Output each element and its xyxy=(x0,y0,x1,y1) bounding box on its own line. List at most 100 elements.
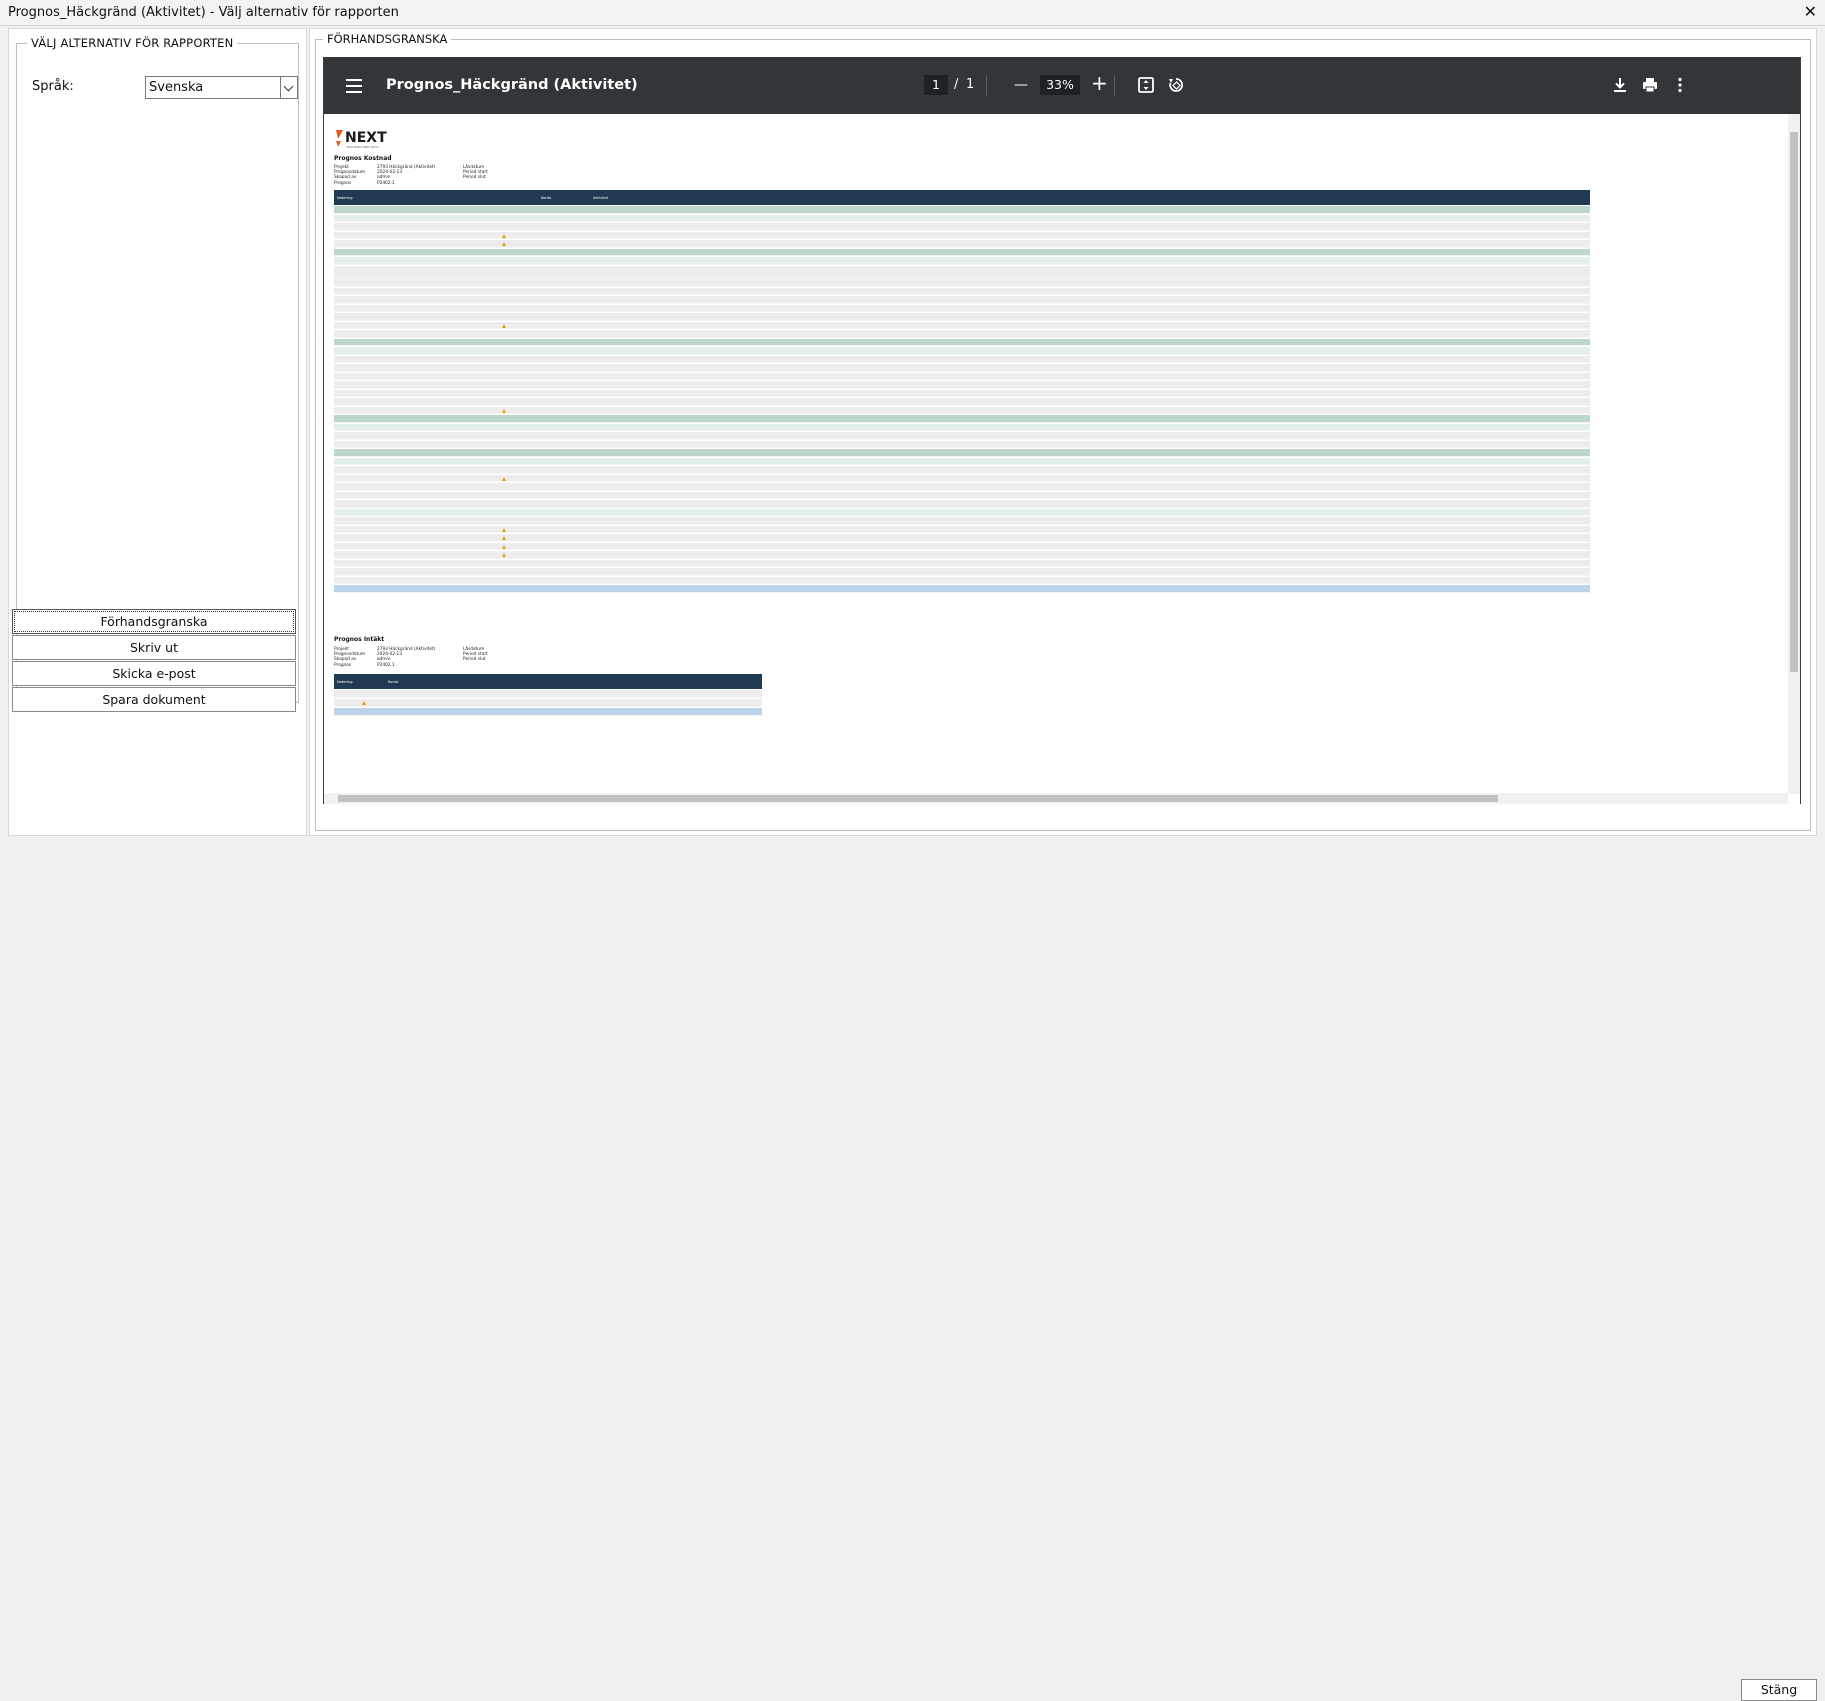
income-meta-labels: Projekt Prognosdatum Skapad av Prognos xyxy=(334,647,366,668)
table-row xyxy=(334,296,1590,304)
scroll-thumb[interactable] xyxy=(338,795,1498,802)
meta-values: 2793 Häckgränd (Aktivitet) 2024-02-13 admi… xyxy=(377,165,436,186)
menu-icon[interactable] xyxy=(346,79,362,93)
table-row xyxy=(334,240,1590,248)
table-row xyxy=(334,559,1590,568)
income-meta-labels-right: Låsdatum Period start Period slut xyxy=(463,647,488,663)
close-button[interactable]: Stäng xyxy=(1741,1679,1817,1701)
cost-forecast-table: Notering Konto Aktivitet xyxy=(334,190,1590,602)
warning-icon xyxy=(502,536,506,540)
table-row xyxy=(334,500,1590,508)
toolbar-divider xyxy=(1114,75,1115,97)
language-label: Språk: xyxy=(32,79,74,94)
warning-icon xyxy=(502,323,506,328)
print-button[interactable]: Skriv ut xyxy=(12,635,296,660)
chevron-down-icon[interactable] xyxy=(280,76,298,99)
warning-icon xyxy=(502,544,506,549)
pdf-toolbar: Prognos_Häckgränd (Aktivitet) 1 / 1 — 33… xyxy=(324,58,1800,114)
options-pane: VÄLJ ALTERNATIV FÖR RAPPORTEN Språk: Sve… xyxy=(8,28,307,836)
warning-icon xyxy=(502,476,506,481)
table-row xyxy=(334,568,1590,576)
warning-icon xyxy=(502,233,506,238)
table-row xyxy=(334,508,1590,517)
scroll-thumb[interactable] xyxy=(1790,132,1798,672)
document-title: Prognos_Häckgränd (Aktivitet) xyxy=(386,77,638,93)
preview-button[interactable]: Förhandsgranska xyxy=(12,609,296,634)
header-notering: Notering xyxy=(337,196,353,200)
logo-subtext: BUILDING NEW WAYS xyxy=(347,145,379,149)
table-row xyxy=(334,708,762,716)
warning-icon xyxy=(362,701,366,705)
table-row xyxy=(334,248,1590,257)
warning-icon xyxy=(502,527,506,532)
table-row xyxy=(334,491,1590,500)
table-row xyxy=(334,542,1590,551)
rotate-icon[interactable] xyxy=(1166,75,1186,95)
table-row xyxy=(334,423,1590,432)
income-meta-values: 2793 Häckgränd (Aktivitet) 2024-02-13 admi… xyxy=(377,647,436,668)
page-total: 1 xyxy=(966,77,975,92)
company-logo: NEXT BUILDING NEW WAYS xyxy=(336,130,387,149)
warning-icon xyxy=(502,553,506,557)
language-select[interactable]: Svenska xyxy=(145,76,281,99)
table-row xyxy=(334,381,1590,389)
more-options-icon[interactable] xyxy=(1670,75,1690,95)
print-icon[interactable] xyxy=(1640,75,1660,95)
warning-icon xyxy=(502,408,506,413)
page-number-input[interactable]: 1 xyxy=(924,75,948,95)
table-row xyxy=(334,440,1590,449)
send-email-button[interactable]: Skicka e-post xyxy=(12,661,296,686)
vertical-scrollbar[interactable] xyxy=(1788,114,1800,794)
table-row xyxy=(334,287,1590,296)
options-legend: VÄLJ ALTERNATIV FÖR RAPPORTEN xyxy=(27,36,238,50)
download-icon[interactable] xyxy=(1610,75,1630,95)
dialog-footer: Stäng xyxy=(0,836,1825,1701)
preview-legend: FÖRHANDSGRANSKA xyxy=(323,32,452,46)
table-row xyxy=(334,214,1590,223)
window-title: Prognos_Häckgränd (Aktivitet) - Välj alt… xyxy=(8,5,399,20)
close-window-icon[interactable]: ✕ xyxy=(1804,2,1817,21)
table-header: Notering Konto Aktivitet xyxy=(334,190,1590,205)
table-row xyxy=(334,576,1590,585)
table-row xyxy=(334,699,762,707)
toolbar-divider xyxy=(986,75,987,97)
income-table-header: Notering Konto xyxy=(334,674,762,689)
options-group: VÄLJ ALTERNATIV FÖR RAPPORTEN Språk: Sve… xyxy=(16,36,299,703)
zoom-input[interactable]: 33% xyxy=(1040,75,1080,95)
header-aktivitet: Aktivitet xyxy=(593,196,609,200)
table-row xyxy=(334,585,1590,593)
income-header-notering: Notering xyxy=(337,680,353,684)
table-row xyxy=(334,330,1590,338)
table-row xyxy=(334,525,1590,534)
table-row xyxy=(334,321,1590,330)
table-row xyxy=(334,457,1590,466)
table-row xyxy=(334,304,1590,313)
table-row xyxy=(334,415,1590,423)
logo-text: NEXT xyxy=(345,130,387,146)
table-row xyxy=(334,206,1590,214)
zoom-out-icon[interactable]: — xyxy=(1014,74,1028,96)
table-row xyxy=(334,398,1590,406)
zoom-in-icon[interactable]: + xyxy=(1091,72,1108,94)
warning-icon xyxy=(502,242,506,246)
pdf-page: NEXT BUILDING NEW WAYS Prognos Kostnad P… xyxy=(324,114,1800,804)
table-row xyxy=(334,279,1590,287)
table-row xyxy=(334,223,1590,231)
horizontal-scrollbar[interactable] xyxy=(324,793,1788,804)
table-row xyxy=(334,466,1590,474)
meta-labels: Projekt Prognosdatum Skapad av Prognos xyxy=(334,165,366,186)
table-row xyxy=(334,483,1590,491)
table-row xyxy=(334,355,1590,364)
window-titlebar: Prognos_Häckgränd (Aktivitet) - Välj alt… xyxy=(0,0,1825,26)
table-row xyxy=(334,690,762,698)
table-row xyxy=(334,364,1590,372)
table-row xyxy=(334,449,1590,457)
table-row xyxy=(334,534,1590,542)
table-row xyxy=(334,551,1590,559)
save-document-button[interactable]: Spara dokument xyxy=(12,687,296,712)
table-row xyxy=(334,347,1590,355)
header-konto: Konto xyxy=(541,196,552,200)
fit-page-icon[interactable] xyxy=(1136,75,1156,95)
table-row xyxy=(334,389,1590,398)
table-row xyxy=(334,432,1590,440)
